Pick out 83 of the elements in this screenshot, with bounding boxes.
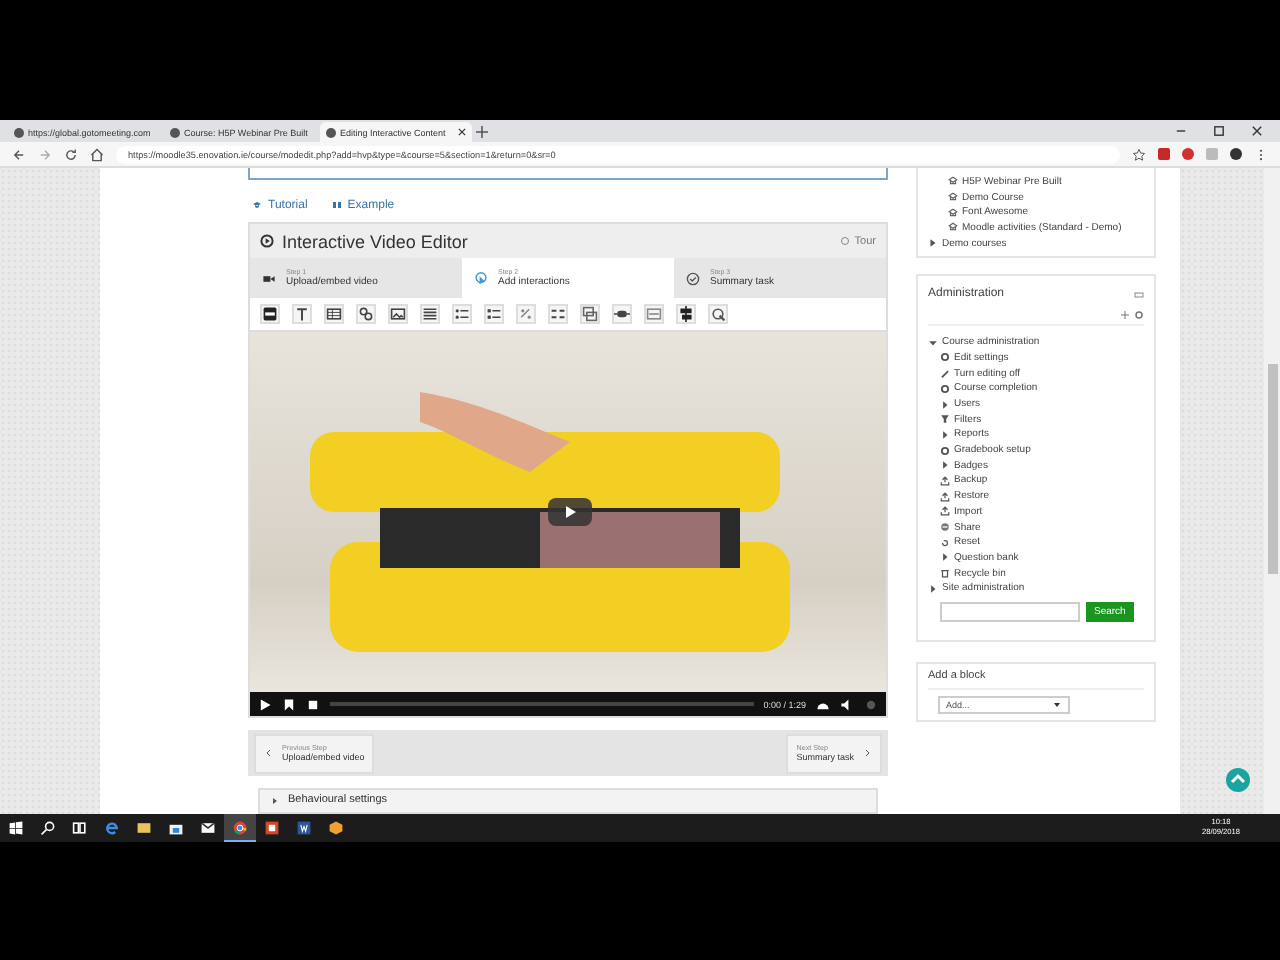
statements-tool-icon[interactable] <box>420 304 440 325</box>
course-icon <box>948 192 958 203</box>
maximize-icon <box>1212 124 1226 138</box>
caret-icon <box>1052 700 1062 711</box>
play-button-icon[interactable] <box>548 498 592 527</box>
pointer-icon <box>474 271 488 286</box>
table-tool-icon[interactable] <box>324 304 344 325</box>
upload-icon <box>940 475 950 486</box>
collapsed-arrow-icon[interactable] <box>928 583 938 594</box>
play-icon <box>258 697 272 712</box>
upload-icon <box>940 506 950 517</box>
link-tool-icon[interactable] <box>356 304 376 325</box>
collapsed-arrow-icon[interactable] <box>940 399 950 410</box>
drag-drop-tool-icon[interactable] <box>548 304 568 325</box>
home-icon <box>90 147 104 161</box>
close-icon <box>1250 124 1264 138</box>
label-tool-icon[interactable] <box>260 304 280 325</box>
course-icon <box>948 207 958 218</box>
start-icon <box>8 820 24 836</box>
stop-icon <box>306 697 320 712</box>
site-icon <box>326 127 336 137</box>
browser-e-icon <box>104 820 120 836</box>
setting-icon <box>940 352 950 363</box>
book-icon <box>331 200 342 211</box>
drag-text-tool-icon[interactable] <box>612 304 632 325</box>
slides-icon <box>264 820 280 836</box>
mail-icon <box>200 820 216 836</box>
collapsed-arrow-icon[interactable] <box>940 552 950 563</box>
upload-icon <box>940 491 950 502</box>
forward-icon <box>38 147 52 161</box>
site-icon <box>170 127 180 137</box>
edit-icon <box>940 368 950 379</box>
check-circle-icon <box>686 271 700 286</box>
collapsed-arrow-icon <box>270 795 280 806</box>
video-camera-icon <box>262 271 276 286</box>
reset-icon <box>940 537 950 548</box>
site-icon <box>14 127 24 137</box>
filter-icon <box>940 414 950 425</box>
single-choice-tool-icon[interactable] <box>452 304 472 325</box>
star-icon <box>1132 147 1146 161</box>
text-tool-icon[interactable] <box>292 304 312 325</box>
volume-icon <box>840 697 854 712</box>
chrome-icon <box>232 819 248 835</box>
image-tool-icon[interactable] <box>388 304 408 325</box>
more-icon <box>1254 147 1268 161</box>
folder-icon <box>136 820 152 836</box>
close-icon[interactable] <box>458 128 466 136</box>
tour-icon <box>840 236 851 247</box>
store-icon <box>168 820 184 836</box>
crossroads-tool-icon[interactable] <box>644 304 664 325</box>
bin-icon <box>940 568 950 579</box>
gear-icon <box>1134 310 1144 321</box>
graduation-cap-icon <box>252 200 262 211</box>
minimize-icon <box>1174 124 1188 138</box>
course-icon <box>948 176 958 187</box>
collapsed-arrow-icon <box>928 238 938 249</box>
profile-icon[interactable] <box>1230 148 1242 160</box>
bookmark-icon <box>282 697 296 712</box>
search-field[interactable] <box>940 602 1080 623</box>
blanks-tool-icon[interactable] <box>516 304 536 325</box>
settings-icon <box>864 697 878 712</box>
collapsed-arrow-icon[interactable] <box>940 460 950 471</box>
doc-icon <box>296 820 312 836</box>
box-icon <box>328 820 344 836</box>
new-tab-icon[interactable] <box>476 125 488 137</box>
multi-choice-tool-icon[interactable] <box>484 304 504 325</box>
course-icon <box>948 222 958 233</box>
hotspot-tool-icon[interactable] <box>676 304 696 325</box>
reload-icon <box>64 147 78 161</box>
setting-icon <box>940 383 950 394</box>
back-icon <box>12 147 26 161</box>
share-icon <box>940 522 950 533</box>
editor-title: Interactive Video Editor <box>282 231 468 252</box>
editor-logo-icon <box>260 234 274 249</box>
mark-words-tool-icon[interactable] <box>580 304 600 325</box>
collapsed-arrow-icon[interactable] <box>940 429 950 440</box>
search-icon <box>40 820 56 836</box>
task-view-icon <box>72 820 88 836</box>
move-icon <box>1120 310 1130 321</box>
goto-tool-icon[interactable] <box>708 304 728 325</box>
scrollbar-thumb[interactable] <box>1267 364 1277 574</box>
expanded-arrow-icon[interactable] <box>928 337 938 348</box>
setting-icon <box>940 445 950 456</box>
